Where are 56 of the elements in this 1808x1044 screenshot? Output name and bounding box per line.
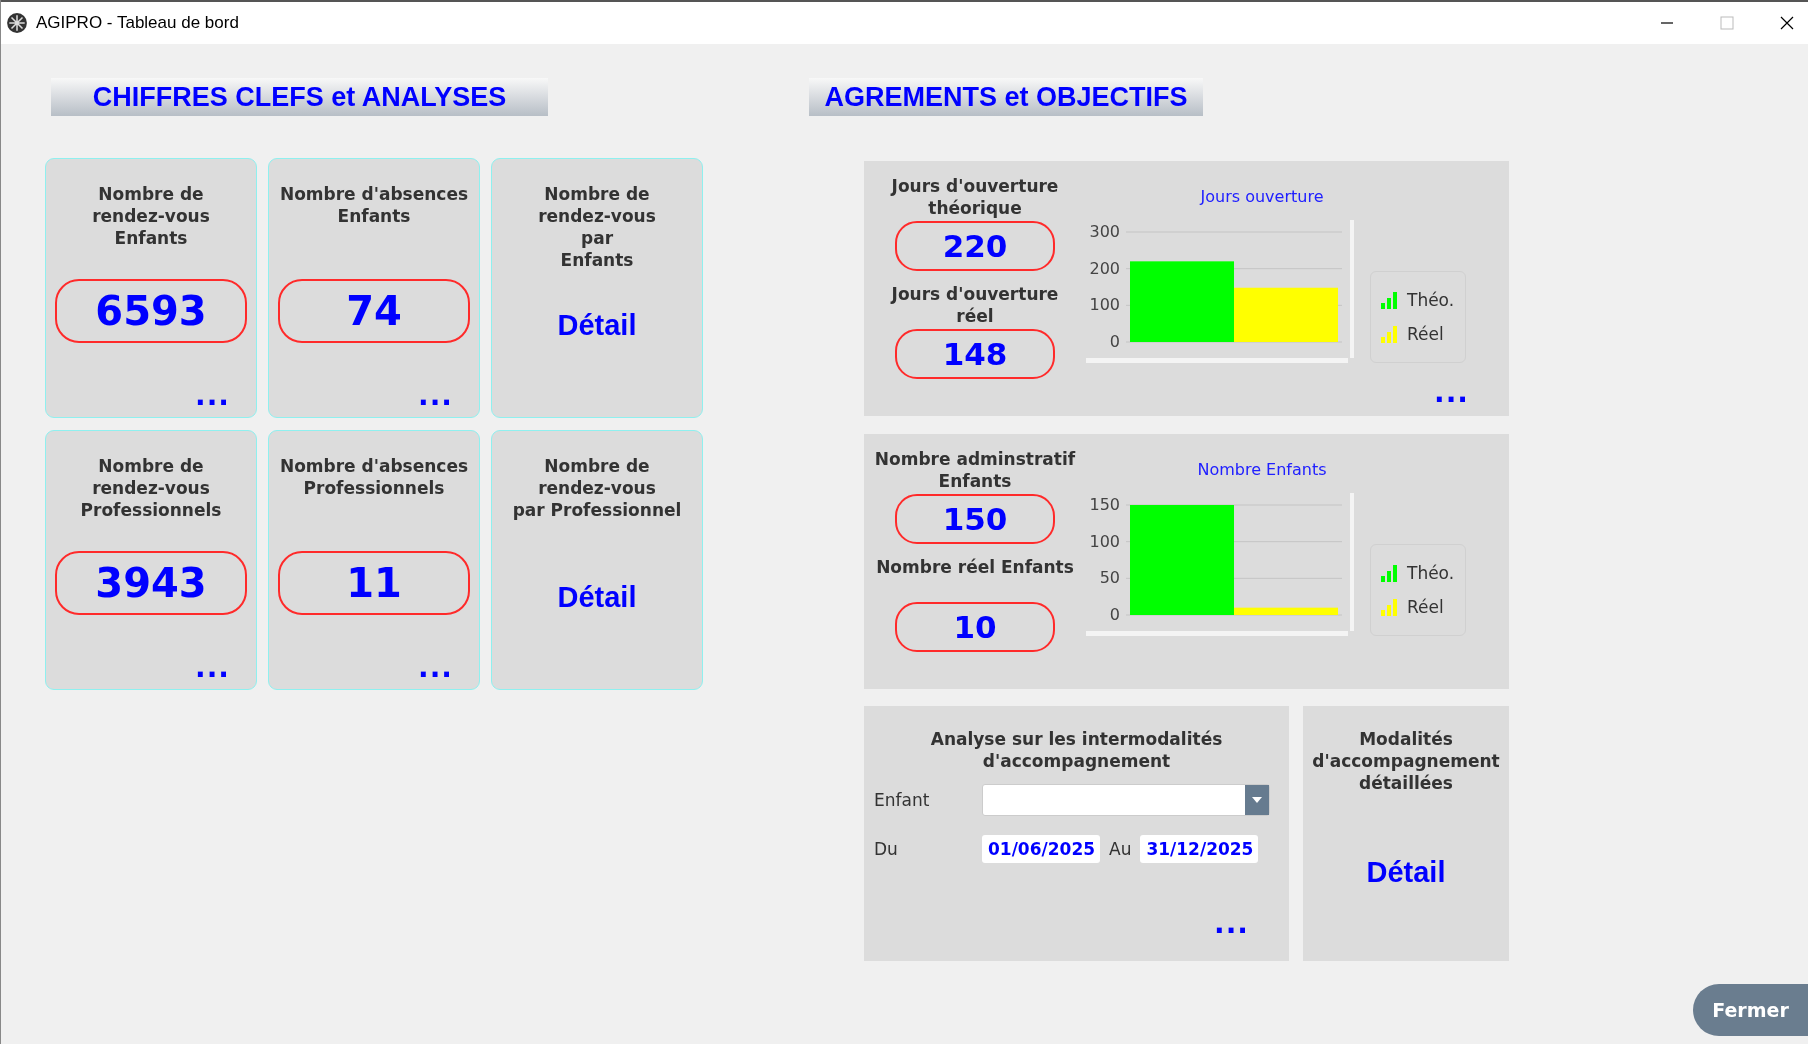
field-label: Enfant bbox=[874, 790, 931, 810]
panel-title: Modalités d'accompagnement détaillées bbox=[1312, 728, 1500, 794]
value-pill: 148 bbox=[895, 329, 1055, 379]
value-pill: 74 bbox=[278, 279, 470, 343]
card-label: Nombre de rendez-vous par Professionnel bbox=[512, 455, 682, 522]
legend-label: Théo. bbox=[1407, 563, 1455, 583]
app-logo-icon bbox=[6, 12, 28, 34]
section-heading: AGREMENTS et OBJECTIFS bbox=[809, 78, 1203, 116]
card-label: Nombre de rendez-vous Professionnels bbox=[80, 455, 222, 522]
more-link[interactable]: ... bbox=[418, 661, 453, 675]
legend-label: Réel bbox=[1407, 324, 1444, 344]
more-link[interactable]: ... bbox=[418, 389, 453, 403]
value-pill: 3943 bbox=[55, 551, 247, 615]
field-label: Au bbox=[1109, 839, 1132, 859]
value-pill: 220 bbox=[895, 221, 1055, 271]
card-label: Nombre de rendez-vous Enfants bbox=[92, 183, 210, 250]
metric-label: Nombre réel Enfants bbox=[876, 556, 1074, 579]
value-pill: 11 bbox=[278, 551, 470, 615]
axis-label: 300 bbox=[1089, 222, 1120, 241]
value-pill: 10 bbox=[895, 602, 1055, 652]
more-link[interactable]: ... bbox=[195, 389, 230, 403]
more-link[interactable]: ... bbox=[1214, 917, 1249, 931]
panel-title: Analyse sur les intermodalités d'accompagnement bbox=[929, 728, 1224, 772]
metric-label: Nombre adminstratif Enfants bbox=[874, 448, 1076, 492]
dropdown-arrow-icon bbox=[1252, 797, 1262, 803]
axis-label: 0 bbox=[1109, 332, 1120, 351]
metric-label: Jours d'ouverture réel bbox=[891, 283, 1059, 327]
axis-label: 100 bbox=[1089, 531, 1120, 551]
chart-title: Nombre Enfants bbox=[1197, 460, 1327, 479]
axis-label: 100 bbox=[1089, 295, 1120, 315]
axis-label: 150 bbox=[1089, 495, 1120, 514]
chart-title: Jours ouverture bbox=[1200, 187, 1324, 206]
detail-link[interactable]: Détail bbox=[557, 581, 637, 614]
legend-label: Théo. bbox=[1407, 290, 1455, 310]
window-title: AGIPRO - Tableau de bord bbox=[36, 13, 239, 33]
metric-label: Jours d'ouverture théorique bbox=[891, 175, 1059, 219]
axis-label: 0 bbox=[1109, 605, 1120, 624]
child-dropdown[interactable] bbox=[982, 784, 1270, 816]
detail-link[interactable]: Détail bbox=[1366, 856, 1446, 889]
axis-label: 200 bbox=[1089, 258, 1120, 278]
card-label: Nombre d'absences Professionnels bbox=[279, 455, 469, 500]
date-field[interactable]: 01/06/2025 bbox=[982, 835, 1100, 863]
more-link[interactable]: ... bbox=[1434, 386, 1469, 400]
section-heading: CHIFFRES CLEFS et ANALYSES bbox=[51, 78, 548, 116]
legend-label: Réel bbox=[1407, 597, 1444, 617]
close-button[interactable]: Fermer bbox=[1693, 984, 1808, 1036]
card-label: Nombre de rendez-vous par Enfants bbox=[538, 183, 656, 267]
detail-link[interactable]: Détail bbox=[557, 309, 637, 342]
card-label: Nombre d'absences Enfants bbox=[279, 183, 469, 228]
value-pill: 150 bbox=[895, 494, 1055, 544]
field-label: Du bbox=[874, 839, 899, 859]
axis-label: 50 bbox=[1099, 568, 1120, 588]
more-link[interactable]: ... bbox=[195, 661, 230, 675]
close-icon[interactable] bbox=[1780, 16, 1794, 30]
value-pill: 6593 bbox=[55, 279, 247, 343]
date-field[interactable]: 31/12/2025 bbox=[1140, 835, 1259, 863]
